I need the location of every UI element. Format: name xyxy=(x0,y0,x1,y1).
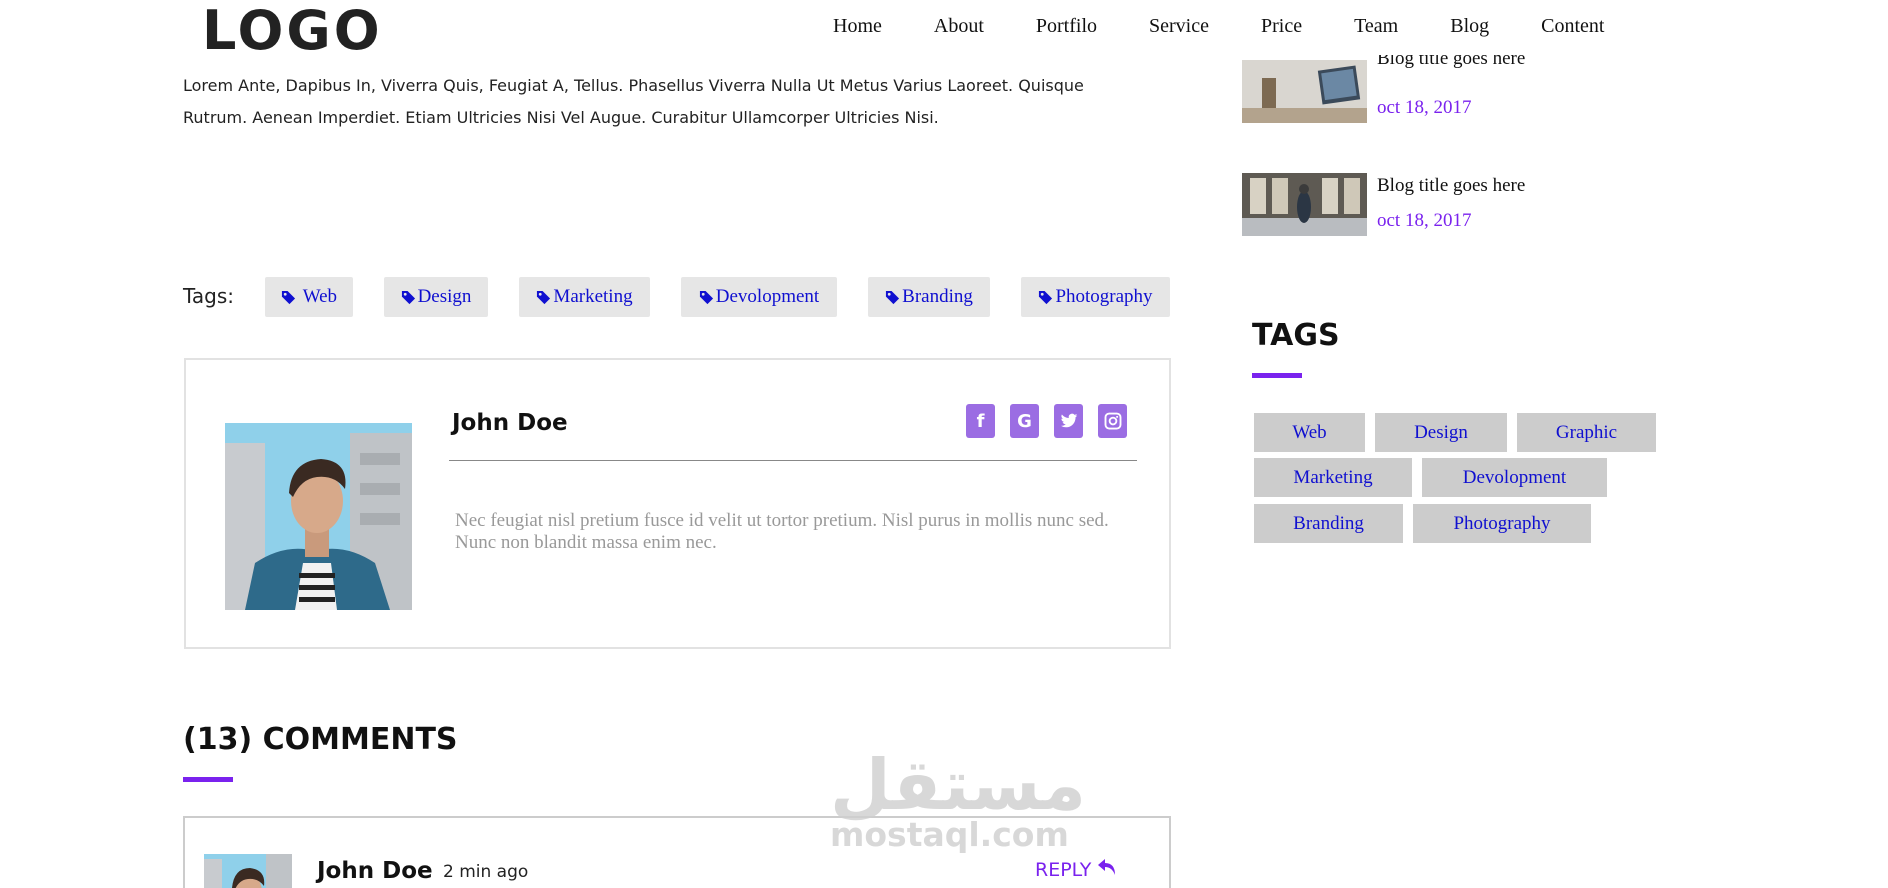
tag-icon xyxy=(1038,290,1053,305)
tag-label: Photography xyxy=(1055,286,1153,307)
tag-icon xyxy=(536,290,551,305)
reply-icon xyxy=(1091,858,1117,881)
comments-title: (13) COMMENTS xyxy=(183,722,458,757)
sidebar-tag-photography[interactable]: Photography xyxy=(1413,504,1591,543)
recent-post-title[interactable]: Blog title goes here xyxy=(1377,55,1525,75)
google-icon[interactable]: G xyxy=(1010,404,1039,438)
facebook-icon[interactable]: f xyxy=(966,404,995,438)
article-text-line: Rutrum. Aenean Imperdiet. Etiam Ultricie… xyxy=(183,108,939,127)
sidebar-tag-design[interactable]: Design xyxy=(1375,413,1507,452)
sidebar-tag-web[interactable]: Web xyxy=(1254,413,1365,452)
article-text-line: Lorem Ante, Dapibus In, Viverra Quis, Fe… xyxy=(183,76,1084,95)
sidebar-tag-devolopment[interactable]: Devolopment xyxy=(1422,458,1607,497)
reply-button[interactable]: REPLY xyxy=(1035,858,1117,881)
logo[interactable]: LOGO xyxy=(202,2,383,60)
author-name: John Doe xyxy=(452,410,568,436)
author-box: John Doe f G Nec feugiat nisl pretium fu… xyxy=(184,358,1171,649)
recent-post-date: oct 18, 2017 xyxy=(1377,97,1472,118)
watermark-arabic: مستقل xyxy=(830,744,1087,826)
tag-label: Web xyxy=(302,286,338,307)
recent-post-date: oct 18, 2017 xyxy=(1377,210,1472,231)
tag-icon xyxy=(699,290,714,305)
article-tag-web[interactable]: Web xyxy=(265,277,353,317)
article-text: Lorem Ante, Dapibus In, Viverra Quis, Fe… xyxy=(183,70,1103,134)
tags-label: Tags: xyxy=(183,284,235,308)
author-photo xyxy=(225,423,412,610)
tag-label: Devolopment xyxy=(715,286,820,307)
article-tag-design[interactable]: Design xyxy=(384,277,488,317)
recent-post-thumbnail[interactable] xyxy=(1242,173,1367,236)
tag-label: Branding xyxy=(902,286,973,307)
comment-time: 2 min ago xyxy=(443,862,529,882)
tag-label: Marketing xyxy=(553,286,633,307)
social-links: f G xyxy=(966,404,1142,438)
watermark: مستقل mostaql.com xyxy=(830,744,1087,854)
commenter-avatar xyxy=(204,854,292,888)
reply-label: REPLY xyxy=(1035,858,1092,881)
article-tag-marketing[interactable]: Marketing xyxy=(519,277,650,317)
article-tag-photography[interactable]: Photography xyxy=(1021,277,1170,317)
sidebar-tag-marketing[interactable]: Marketing xyxy=(1254,458,1412,497)
nav-portfolio[interactable]: Portfilo xyxy=(1036,12,1097,40)
tag-icon xyxy=(885,290,900,305)
nav-blog[interactable]: Blog xyxy=(1450,12,1489,40)
divider xyxy=(449,460,1137,461)
tag-icon xyxy=(401,290,416,305)
main-nav: Home About Portfilo Service Price Team B… xyxy=(833,12,1656,40)
commenter-name: John Doe xyxy=(317,858,433,884)
sidebar-tags-title: TAGS xyxy=(1252,318,1340,353)
twitter-icon[interactable] xyxy=(1054,404,1083,438)
recent-post-title[interactable]: Blog title goes here xyxy=(1377,175,1525,197)
tag-icon xyxy=(281,290,296,305)
sidebar-tag-graphic[interactable]: Graphic xyxy=(1517,413,1656,452)
article-tag-devolopment[interactable]: Devolopment xyxy=(681,277,837,317)
sidebar-tag-branding[interactable]: Branding xyxy=(1254,504,1403,543)
nav-team[interactable]: Team xyxy=(1354,12,1398,40)
nav-price[interactable]: Price xyxy=(1261,12,1302,40)
nav-content[interactable]: Content xyxy=(1541,12,1604,40)
recent-post-thumbnail[interactable] xyxy=(1242,60,1367,123)
nav-home[interactable]: Home xyxy=(833,12,882,40)
nav-service[interactable]: Service xyxy=(1149,12,1209,40)
comments-title-underline xyxy=(183,777,233,782)
nav-about[interactable]: About xyxy=(934,12,984,40)
author-bio: Nec feugiat nisl pretium fusce id velit … xyxy=(455,510,1109,553)
sidebar-tags-underline xyxy=(1252,373,1302,378)
watermark-latin: mostaql.com xyxy=(830,815,1069,854)
instagram-icon[interactable] xyxy=(1098,404,1127,438)
article-tag-branding[interactable]: Branding xyxy=(868,277,990,317)
tag-label: Design xyxy=(417,286,472,307)
